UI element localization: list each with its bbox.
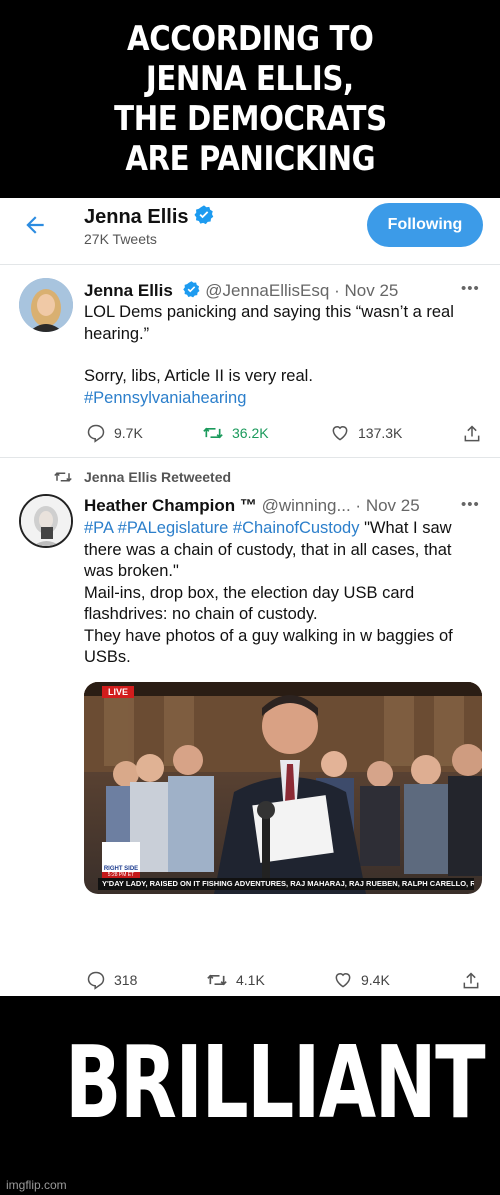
- top-caption-line-4: ARE PANICKING: [125, 139, 375, 179]
- tweet-date[interactable]: Nov 25: [366, 496, 420, 515]
- author-name: Jenna Ellis: [84, 281, 173, 300]
- share-icon[interactable]: [462, 424, 482, 444]
- retweeted-indicator: Jenna Ellis Retweeted: [52, 468, 231, 486]
- profile-name-text: Jenna Ellis: [84, 206, 189, 228]
- following-button[interactable]: Following: [367, 203, 483, 247]
- tweet-text-line: Mail-ins, drop box, the election day USB…: [84, 583, 415, 602]
- tweet-count: 27K Tweets: [84, 231, 157, 247]
- top-caption: ACCORDING TO JENNA ELLIS, THE DEMOCRATS …: [0, 0, 500, 198]
- author-name: Heather Champion ™: [84, 496, 257, 515]
- top-caption-line-1: ACCORDING TO: [126, 19, 374, 59]
- verified-badge-icon: [182, 281, 200, 298]
- video-thumbnail[interactable]: LIVE RIGHT SIDE 5:28 PM ET Y'DAY LADY, R…: [84, 682, 482, 894]
- more-options-icon[interactable]: •••: [461, 496, 480, 513]
- top-caption-line-2: JENNA ELLIS,: [146, 59, 354, 99]
- heart-icon: [332, 426, 348, 441]
- author-handle[interactable]: @JennaEllisEsq: [205, 281, 329, 300]
- tweet-text-line: They have photos of a guy walking in w b…: [84, 626, 453, 645]
- news-ticker: Y'DAY LADY, RAISED ON IT FISHING ADVENTU…: [98, 878, 474, 890]
- tweet-text-line: was broken.": [84, 562, 179, 580]
- imgflip-watermark: imgflip.com: [6, 1178, 67, 1192]
- reply-button[interactable]: 318: [86, 970, 137, 990]
- tweet-date[interactable]: Nov 25: [344, 281, 398, 300]
- retweet-icon: [207, 974, 227, 986]
- tweet-text-line: Sorry, libs, Article II is very real.: [84, 367, 313, 385]
- reply-button[interactable]: 9.7K: [86, 423, 143, 443]
- like-count: 137.3K: [358, 425, 403, 441]
- tweet-author-line: Heather Champion ™ @winning... · Nov 25: [84, 496, 420, 516]
- tweet-author-line: Jenna Ellis @JennaEllisEsq · Nov 25: [84, 280, 398, 301]
- twitter-screenshot: Jenna Ellis 27K Tweets Following Jenna E…: [0, 198, 500, 996]
- retweet-icon: [203, 427, 223, 439]
- more-options-icon[interactable]: •••: [461, 280, 480, 297]
- retweet-button[interactable]: 4.1K: [206, 970, 265, 990]
- tweet-text-line: #PA #PALegislature #ChainofCustody "What…: [84, 518, 484, 540]
- heart-icon: [335, 973, 351, 988]
- tweet-text-line: flashdrives: no chain of custody.: [84, 605, 318, 623]
- bottom-caption: BRILLIANT: [0, 996, 500, 1195]
- divider: [0, 264, 500, 265]
- share-icon[interactable]: [461, 971, 481, 991]
- back-arrow-icon[interactable]: [22, 212, 48, 238]
- reply-icon: [87, 424, 105, 443]
- avatar[interactable]: [19, 494, 73, 548]
- tweet-text-line: LOL Dems panicking and saying this “wasn…: [84, 303, 454, 321]
- retweet-count: 4.1K: [236, 972, 265, 988]
- retweet-button[interactable]: 36.2K: [202, 423, 269, 443]
- hashtag-links[interactable]: #PA #PALegislature #ChainofCustody: [84, 519, 359, 537]
- verified-badge-icon: [193, 205, 213, 225]
- hashtag-link[interactable]: #Pennsylvaniahearing: [84, 388, 484, 410]
- live-badge: LIVE: [102, 686, 135, 698]
- separator-dot: ·: [334, 281, 340, 300]
- bottom-caption-text: BRILLIANT: [65, 1024, 486, 1141]
- like-count: 9.4K: [361, 972, 390, 988]
- tweet-body: LOL Dems panicking and saying this “wasn…: [84, 302, 484, 409]
- separator-dot: ·: [355, 496, 362, 515]
- station-logo: RIGHT SIDE 5:28 PM ET: [102, 842, 140, 878]
- profile-header: Jenna Ellis 27K Tweets Following: [0, 198, 500, 256]
- avatar-portrait-icon: [19, 278, 73, 332]
- top-caption-line-3: THE DEMOCRATS: [113, 99, 387, 139]
- divider: [0, 457, 500, 458]
- retweet-icon: [54, 472, 72, 482]
- avatar-portrait-icon: [21, 496, 71, 546]
- tweet-text-fragment: "What I saw: [359, 519, 452, 537]
- author-handle[interactable]: @winning...: [262, 496, 351, 515]
- like-button[interactable]: 137.3K: [330, 423, 402, 443]
- reply-count: 318: [114, 972, 138, 988]
- like-button[interactable]: 9.4K: [333, 970, 390, 990]
- hearing-scene-image: [84, 682, 482, 894]
- tweet-text-line: there was a chain of custody, that in al…: [84, 540, 452, 559]
- retweet-count: 36.2K: [232, 425, 269, 441]
- profile-name: Jenna Ellis: [84, 204, 215, 229]
- avatar[interactable]: [19, 278, 73, 332]
- tweet-text-line: USBs.: [84, 648, 131, 666]
- tweet-body: #PA #PALegislature #ChainofCustody "What…: [84, 518, 484, 669]
- tweet-text-line: hearing.”: [84, 324, 150, 343]
- reply-count: 9.7K: [114, 425, 143, 441]
- reply-icon: [87, 971, 105, 990]
- retweeted-label[interactable]: Jenna Ellis Retweeted: [84, 469, 231, 485]
